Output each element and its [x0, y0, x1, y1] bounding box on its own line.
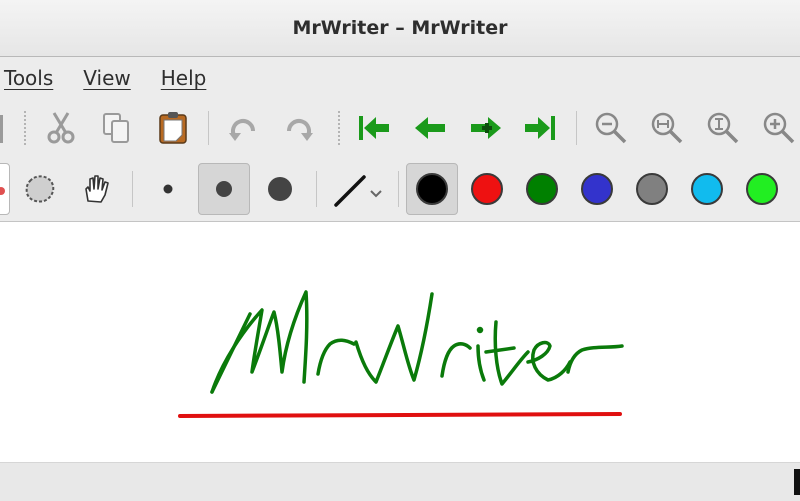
copy-icon — [103, 113, 129, 143]
color-blue-button[interactable] — [571, 163, 623, 215]
toolbar-edge — [0, 115, 3, 143]
pen-tool-button[interactable] — [0, 163, 10, 215]
toolbar-separator — [398, 171, 399, 207]
first-page-button[interactable] — [354, 109, 394, 147]
window-title: MrWriter – MrWriter — [292, 17, 508, 39]
medium-size-button[interactable] — [198, 163, 250, 215]
previous-page-button[interactable] — [410, 109, 450, 147]
zoom-fit-width-button[interactable] — [648, 109, 686, 147]
undo-button[interactable] — [224, 109, 262, 147]
handwriting-drawing — [178, 290, 624, 418]
color-swatch — [581, 173, 613, 205]
paste-icon — [159, 112, 187, 144]
last-page-icon — [525, 116, 555, 140]
lasso-select-button[interactable] — [20, 169, 60, 209]
zoom-fit-width-icon — [651, 112, 683, 144]
cut-button[interactable] — [42, 109, 80, 147]
main-toolbar — [0, 99, 800, 157]
hand-icon — [85, 175, 109, 203]
zoom-in-icon — [763, 112, 795, 144]
zoom-out-button[interactable] — [592, 109, 630, 147]
toolbar-separator — [576, 111, 577, 145]
menu-help[interactable]: Help — [161, 66, 207, 90]
small-dot-icon — [163, 184, 173, 194]
zoom-fit-height-button[interactable] — [704, 109, 742, 147]
last-page-button[interactable] — [520, 109, 560, 147]
zoom-in-button[interactable] — [760, 109, 798, 147]
paste-button[interactable] — [154, 109, 192, 147]
status-bar-widget — [794, 469, 800, 495]
previous-page-icon — [415, 117, 445, 139]
color-swatch — [636, 173, 668, 205]
menu-view[interactable]: View — [83, 66, 130, 90]
redo-button[interactable] — [280, 109, 318, 147]
zoom-out-icon — [595, 112, 627, 144]
line-style-dropdown[interactable] — [328, 167, 386, 211]
color-green-button[interactable] — [516, 163, 568, 215]
color-swatch — [416, 173, 448, 205]
color-light-blue-button[interactable] — [681, 163, 733, 215]
tools-toolbar — [0, 157, 800, 222]
window-titlebar[interactable]: MrWriter – MrWriter — [0, 0, 800, 57]
toolbar-separator — [316, 171, 317, 207]
copy-button[interactable] — [98, 109, 136, 147]
color-swatch — [526, 173, 558, 205]
undo-icon — [229, 119, 255, 141]
lasso-icon — [25, 175, 55, 203]
color-gray-button[interactable] — [626, 163, 678, 215]
first-page-icon — [359, 116, 389, 140]
small-size-button[interactable] — [148, 165, 188, 213]
color-black-button[interactable] — [406, 163, 458, 215]
status-bar — [0, 462, 800, 501]
toolbar-separator — [338, 111, 340, 145]
menu-bar: Tools View Help — [0, 57, 800, 99]
color-light-green-button[interactable] — [736, 163, 788, 215]
menu-tools[interactable]: Tools — [4, 66, 53, 90]
handwritten-mrwriter — [210, 290, 624, 394]
red-underline — [178, 412, 622, 418]
drawing-canvas[interactable] — [0, 222, 800, 462]
large-size-button[interactable] — [258, 165, 302, 213]
pen-icon — [0, 187, 5, 195]
toolbar-separator — [132, 171, 133, 207]
zoom-fit-height-icon — [707, 112, 739, 144]
toolbar-separator — [208, 111, 209, 145]
new-page-icon — [471, 117, 501, 139]
large-dot-icon — [268, 177, 292, 201]
color-swatch — [471, 173, 503, 205]
toolbar-separator — [24, 111, 26, 145]
line-style-icon — [334, 175, 382, 207]
color-red-button[interactable] — [461, 163, 513, 215]
color-swatch — [691, 173, 723, 205]
hand-tool-button[interactable] — [76, 169, 116, 209]
new-page-button[interactable] — [466, 109, 506, 147]
cut-icon — [47, 112, 75, 144]
redo-icon — [287, 119, 313, 141]
color-swatch — [746, 173, 778, 205]
medium-dot-icon — [216, 181, 232, 197]
